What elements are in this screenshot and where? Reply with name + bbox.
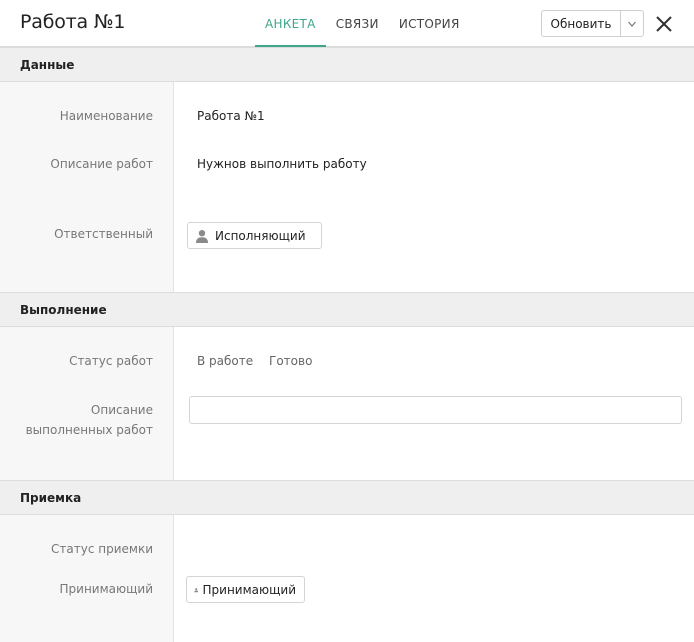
- description-label: Описание работ: [50, 157, 153, 171]
- done-description-input[interactable]: [189, 396, 682, 424]
- tab-links[interactable]: СВЯЗИ: [326, 0, 389, 47]
- card-header: Работа №1 АНКЕТА СВЯЗИ ИСТОРИЯ Обновить: [0, 0, 694, 48]
- section-title: Выполнение: [20, 303, 107, 317]
- tab-anketa[interactable]: АНКЕТА: [255, 0, 326, 48]
- done-description-label-line1: Описание: [90, 403, 153, 417]
- refresh-dropdown-button[interactable]: [621, 11, 643, 36]
- description-value[interactable]: Нужнов выполнить работу: [197, 154, 367, 174]
- responsible-label: Ответственный: [54, 227, 153, 241]
- refresh-button-group: Обновить: [541, 10, 644, 37]
- section-body-acceptance: Статус приемки Принимающий Принимающий: [0, 515, 694, 642]
- user-icon: [196, 229, 208, 243]
- user-icon: [194, 587, 199, 592]
- section-header-acceptance[interactable]: Приемка: [0, 480, 694, 515]
- responsible-user-name: Исполняющий: [215, 228, 306, 243]
- acceptance-status-label: Статус приемки: [51, 542, 153, 556]
- close-icon: [656, 16, 672, 32]
- name-value[interactable]: Работа №1: [197, 106, 265, 126]
- responsible-user-chip[interactable]: Исполняющий: [187, 222, 322, 249]
- chevron-down-icon: [628, 21, 636, 27]
- refresh-button[interactable]: Обновить: [542, 11, 621, 36]
- receiver-user-chip[interactable]: Принимающий: [186, 576, 305, 603]
- page-title: Работа №1: [20, 11, 126, 33]
- section-title: Данные: [20, 58, 75, 72]
- section-header-data[interactable]: Данные: [0, 47, 694, 82]
- close-button[interactable]: [652, 12, 676, 36]
- section-header-execution[interactable]: Выполнение: [0, 292, 694, 327]
- status-option-in-progress[interactable]: В работе: [197, 351, 253, 371]
- receiver-user-name: Принимающий: [202, 582, 297, 597]
- status-option-done[interactable]: Готово: [269, 351, 312, 371]
- section-title: Приемка: [20, 491, 82, 505]
- work-status-label: Статус работ: [69, 354, 153, 368]
- section-body-data: Наименование Работа №1 Описание работ Ну…: [0, 82, 694, 293]
- receiver-label: Принимающий: [59, 582, 154, 596]
- section-body-execution: Статус работ В работе Готово Описание вы…: [0, 327, 694, 481]
- done-description-label-line2: выполненных работ: [25, 423, 153, 437]
- tab-bar: АНКЕТА СВЯЗИ ИСТОРИЯ: [255, 0, 470, 48]
- name-label: Наименование: [59, 109, 153, 123]
- tab-history[interactable]: ИСТОРИЯ: [389, 0, 470, 47]
